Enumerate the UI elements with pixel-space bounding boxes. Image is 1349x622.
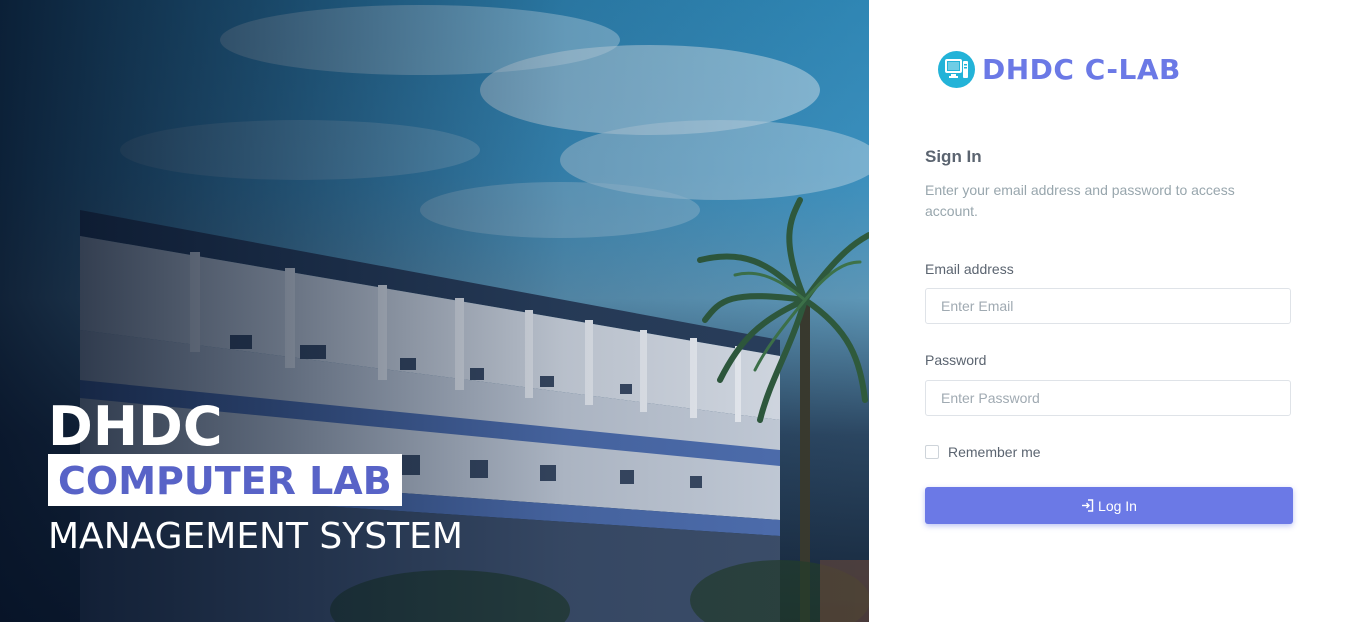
hero-heading-block: DHDC COMPUTER LAB MANAGEMENT SYSTEM <box>48 396 463 560</box>
login-panel: DHDC C-LAB Sign In Enter your email addr… <box>869 0 1349 622</box>
hero-title: DHDC <box>48 395 223 458</box>
brand-logo[interactable]: DHDC C-LAB <box>938 51 1181 88</box>
email-label: Email address <box>925 261 1014 277</box>
brand-name: DHDC C-LAB <box>982 53 1181 86</box>
remember-me-label[interactable]: Remember me <box>948 444 1041 460</box>
login-arrow-icon <box>1081 499 1094 512</box>
login-button[interactable]: Log In <box>925 487 1293 524</box>
password-input[interactable] <box>925 380 1291 416</box>
signin-description: Enter your email address and password to… <box>925 182 1235 219</box>
signin-title: Sign In <box>925 147 982 166</box>
hero-panel: DHDC COMPUTER LAB MANAGEMENT SYSTEM <box>0 0 869 622</box>
hero-subtitle-box: COMPUTER LAB <box>48 454 402 506</box>
remember-me-checkbox[interactable] <box>925 445 939 459</box>
login-page: DHDC COMPUTER LAB MANAGEMENT SYSTEM DHDC… <box>0 0 1349 622</box>
email-input[interactable] <box>925 288 1291 324</box>
computer-monitor-icon <box>938 51 975 88</box>
hero-subtitle: COMPUTER LAB <box>58 459 392 503</box>
hero-tagline: MANAGEMENT SYSTEM <box>48 516 463 557</box>
remember-me-row[interactable]: Remember me <box>925 444 1041 460</box>
password-label: Password <box>925 352 987 368</box>
login-button-label: Log In <box>1098 497 1137 514</box>
